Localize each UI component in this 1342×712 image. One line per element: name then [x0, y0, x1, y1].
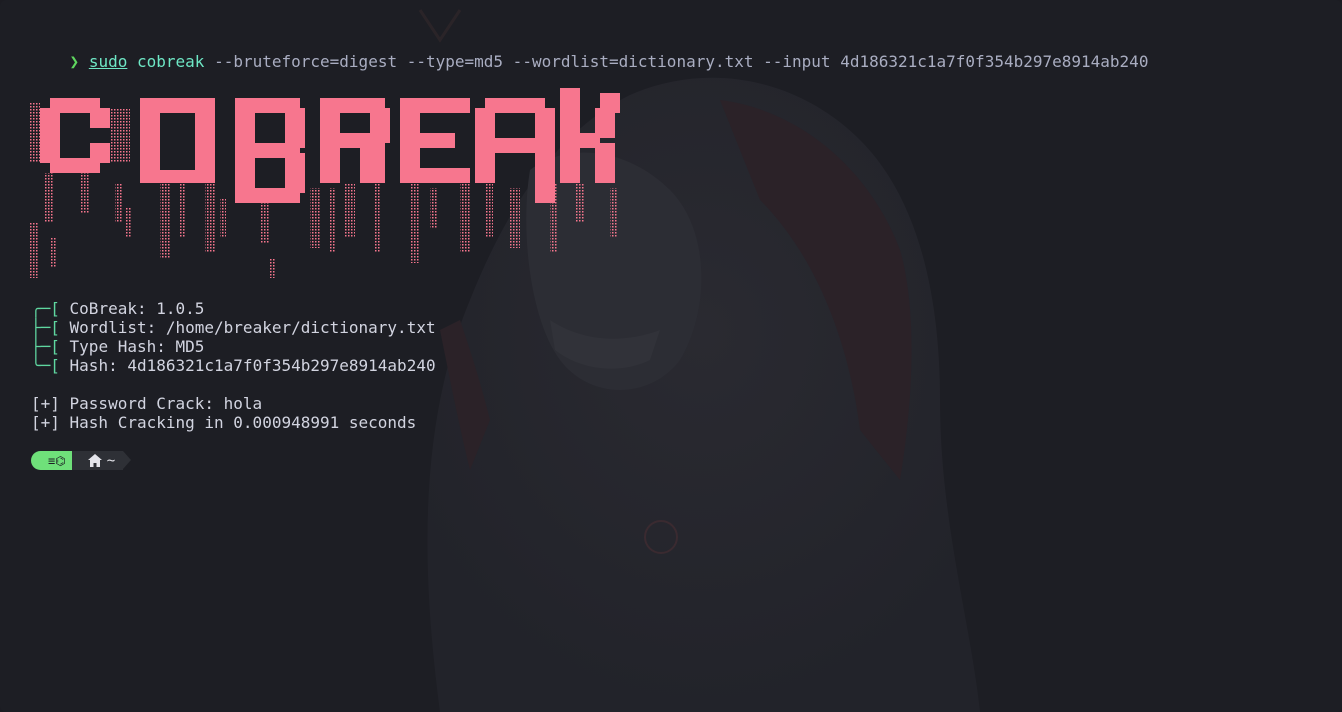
info-version-line: ╭─[ CoBreak: 1.0.5 — [31, 299, 204, 318]
os-segment: ≡⌬ — [31, 451, 80, 470]
cobreak-ascii-banner — [30, 88, 620, 278]
command-line: ❯ sudo cobreak --bruteforce=digest --typ… — [31, 33, 1149, 71]
tree-connector: ╰─[ — [31, 356, 60, 375]
info-type-hash: Type Hash: MD5 — [59, 337, 205, 356]
info-wordlist-line: ├─[ Wordlist: /home/breaker/dictionary.t… — [31, 318, 436, 337]
info-version: CoBreak: 1.0.5 — [59, 299, 205, 318]
tree-connector: ╭─[ — [31, 299, 60, 318]
result-password: [+] Password Crack: hola — [31, 394, 263, 413]
terminal-window[interactable]: ❯ sudo cobreak --bruteforce=digest --typ… — [0, 0, 1342, 712]
tree-connector: ├─[ — [31, 337, 60, 356]
command-sudo: sudo — [88, 52, 128, 71]
cwd-segment: ~ — [71, 451, 132, 470]
result-time: [+] Hash Cracking in 0.000948991 seconds — [31, 413, 417, 432]
cwd-text: ~ — [106, 452, 116, 469]
command-args: --bruteforce=digest --type=md5 --wordlis… — [214, 52, 1149, 71]
info-type-line: ├─[ Type Hash: MD5 — [31, 337, 204, 356]
info-wordlist: Wordlist: /home/breaker/dictionary.txt — [59, 318, 436, 337]
info-hash: Hash: 4d186321c1a7f0f354b297e8914ab240 — [59, 356, 436, 375]
prompt-statusbar: ≡⌬ ~ — [31, 451, 132, 470]
os-icon: ≡⌬ — [48, 453, 66, 468]
info-hash-line: ╰─[ Hash: 4d186321c1a7f0f354b297e8914ab2… — [31, 356, 436, 375]
home-icon — [87, 454, 102, 467]
tree-connector: ├─[ — [31, 318, 60, 337]
prompt-arrow-icon: ❯ — [69, 52, 80, 71]
command-program: cobreak — [136, 52, 205, 71]
